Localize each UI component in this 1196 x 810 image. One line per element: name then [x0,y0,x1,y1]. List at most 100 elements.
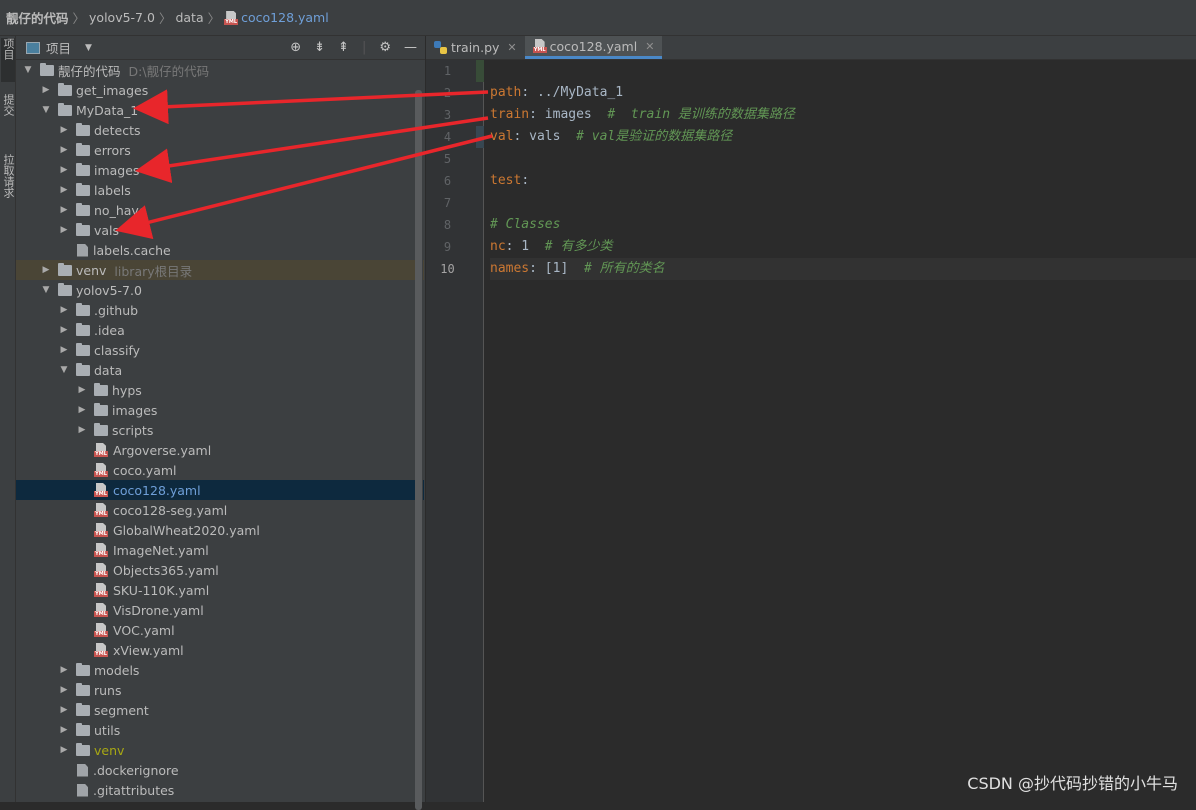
chevron-down-icon[interactable]: ▼ [22,65,34,75]
tab-train-py[interactable]: train.py ✕ [426,36,525,59]
tree-folder-item[interactable]: ▼ 靓仔的代码 D:\靓仔的代码 [16,60,424,80]
project-view-selector[interactable]: 项目 ▼ [26,38,92,57]
chevron-right-icon[interactable]: ▶ [58,145,70,155]
tree-folder-item[interactable]: ▼ MyData_1 [16,100,424,120]
tree-folder-item[interactable]: ▶ no_have [16,200,424,220]
close-icon[interactable]: ✕ [645,40,654,53]
tree-item-label: GlobalWheat2020.yaml [113,522,260,538]
breadcrumb-data[interactable]: data [175,10,203,25]
tree-file-item[interactable]: ▶YMLSKU-110K.yaml [16,580,424,600]
tree-file-item[interactable]: ▶YMLArgoverse.yaml [16,440,424,460]
tool-window-commit[interactable]: 提交 [1,94,15,138]
chevron-down-icon[interactable]: ▼ [40,105,52,115]
tree-folder-item[interactable]: ▶ detects [16,120,424,140]
chevron-right-icon[interactable]: ▶ [58,185,70,195]
tree-folder-item[interactable]: ▶ vals [16,220,424,240]
code-line[interactable]: names: [1] # 所有的类名 [490,258,1196,280]
tree-file-item[interactable]: ▶YMLcoco128-seg.yaml [16,500,424,520]
tree-folder-item[interactable]: ▶ venv [16,740,424,760]
tool-window-project[interactable]: 项目 [1,38,15,82]
breadcrumb-folder[interactable]: yolov5-7.0 [89,10,155,25]
chevron-right-icon[interactable]: ▶ [58,225,70,235]
locate-icon[interactable]: ⊕ [290,40,301,55]
code-line[interactable] [490,148,1196,170]
chevron-right-icon[interactable]: ▶ [58,305,70,315]
tree-folder-item[interactable]: ▶ .idea [16,320,424,340]
chevron-right-icon[interactable]: ▶ [76,425,88,435]
tree-folder-item[interactable]: ▶ utils [16,720,424,740]
tree-file-item[interactable]: ▶YMLVOC.yaml [16,620,424,640]
chevron-right-icon[interactable]: ▶ [58,165,70,175]
tree-folder-item[interactable]: ▶ scripts [16,420,424,440]
tree-item-label: coco128-seg.yaml [113,502,228,518]
chevron-right-icon[interactable]: ▶ [58,725,70,735]
tool-window-pull-requests[interactable]: 拉取请求 [1,154,15,220]
yaml-icon: YML [94,603,108,617]
tab-label: coco128.yaml [549,38,638,54]
tree-file-item[interactable]: ▶YMLObjects365.yaml [16,560,424,580]
breadcrumb-file[interactable]: YML coco128.yaml [224,10,329,25]
tree-folder-item[interactable]: ▶ get_images [16,80,424,100]
tree-folder-item[interactable]: ▶ images [16,160,424,180]
code-line[interactable] [490,60,1196,82]
code-line[interactable]: nc: 1 # 有多少类 [490,236,1196,258]
tree-folder-item[interactable]: ▶ venv library根目录 [16,260,424,280]
tree-folder-item[interactable]: ▶ labels [16,180,424,200]
tree-file-item[interactable]: ▶labels.cache [16,240,424,260]
line-number: 3 [443,108,452,122]
chevron-right-icon[interactable]: ▶ [58,685,70,695]
chevron-right-icon[interactable]: ▶ [40,265,52,275]
chevron-right-icon[interactable]: ▶ [58,325,70,335]
chevron-right-icon[interactable]: ▶ [58,125,70,135]
code-content[interactable]: path: ../MyData_1 train: images # train 是… [490,60,1196,280]
tree-file-item[interactable]: ▶YMLcoco.yaml [16,460,424,480]
code-line[interactable] [490,192,1196,214]
tree-file-item[interactable]: ▶YMLVisDrone.yaml [16,600,424,620]
tree-folder-item[interactable]: ▶ hyps [16,380,424,400]
tree-folder-item[interactable]: ▶ models [16,660,424,680]
file-icon [77,243,88,257]
breadcrumb-project[interactable]: 靓仔的代码 [6,8,69,27]
code-line[interactable]: val: vals # val是验证的数据集路径 [490,126,1196,148]
tree-folder-item[interactable]: ▼ yolov5-7.0 [16,280,424,300]
tree-file-item[interactable]: ▶.gitattributes [16,780,424,800]
code-value: : vals [513,129,577,144]
code-line[interactable]: test: [490,170,1196,192]
tab-coco128-yaml[interactable]: YML coco128.yaml ✕ [524,36,663,59]
tree-file-item[interactable]: ▶YMLxView.yaml [16,640,424,660]
code-value: : 1 [505,239,545,254]
scrollbar-thumb[interactable] [415,90,422,810]
tree-folder-item[interactable]: ▶ errors [16,140,424,160]
chevron-down-icon[interactable]: ▼ [40,285,52,295]
chevron-right-icon[interactable]: ▶ [58,745,70,755]
chevron-right-icon[interactable]: ▶ [76,405,88,415]
chevron-right-icon[interactable]: ▶ [58,705,70,715]
change-marker-modified [476,126,484,148]
chevron-right-icon[interactable]: ▶ [58,205,70,215]
code-line[interactable]: # Classes [490,214,1196,236]
close-icon[interactable]: ✕ [507,41,516,54]
project-tree: ▼ 靓仔的代码 D:\靓仔的代码 ▶ get_images ▼ MyData_1 ▶ detec… [16,60,424,800]
tree-folder-item[interactable]: ▶ classify [16,340,424,360]
chevron-right-icon[interactable]: ▶ [58,665,70,675]
tree-folder-item[interactable]: ▶ segment [16,700,424,720]
gear-icon[interactable]: ⚙ [379,40,391,55]
tree-file-item[interactable]: ▶YMLImageNet.yaml [16,540,424,560]
tree-folder-item[interactable]: ▼ data [16,360,424,380]
tree-folder-item[interactable]: ▶ images [16,400,424,420]
expand-all-icon[interactable]: ⇟ [314,40,325,55]
chevron-down-icon[interactable]: ▼ [58,365,70,375]
tree-file-item[interactable]: ▶.dockerignore [16,760,424,780]
tree-folder-item[interactable]: ▶ runs [16,680,424,700]
chevron-right-icon[interactable]: ▶ [40,85,52,95]
collapse-all-icon[interactable]: ⇞ [338,40,349,55]
scrollbar[interactable] [415,60,423,810]
chevron-right-icon[interactable]: ▶ [76,385,88,395]
tree-file-item[interactable]: ▶YMLcoco128.yaml [16,480,424,500]
tree-folder-item[interactable]: ▶ .github [16,300,424,320]
hide-icon[interactable]: — [404,40,417,55]
tree-file-item[interactable]: ▶YMLGlobalWheat2020.yaml [16,520,424,540]
chevron-right-icon[interactable]: ▶ [58,345,70,355]
code-line[interactable]: train: images # train 是训练的数据集路径 [490,104,1196,126]
code-line[interactable]: path: ../MyData_1 [490,82,1196,104]
